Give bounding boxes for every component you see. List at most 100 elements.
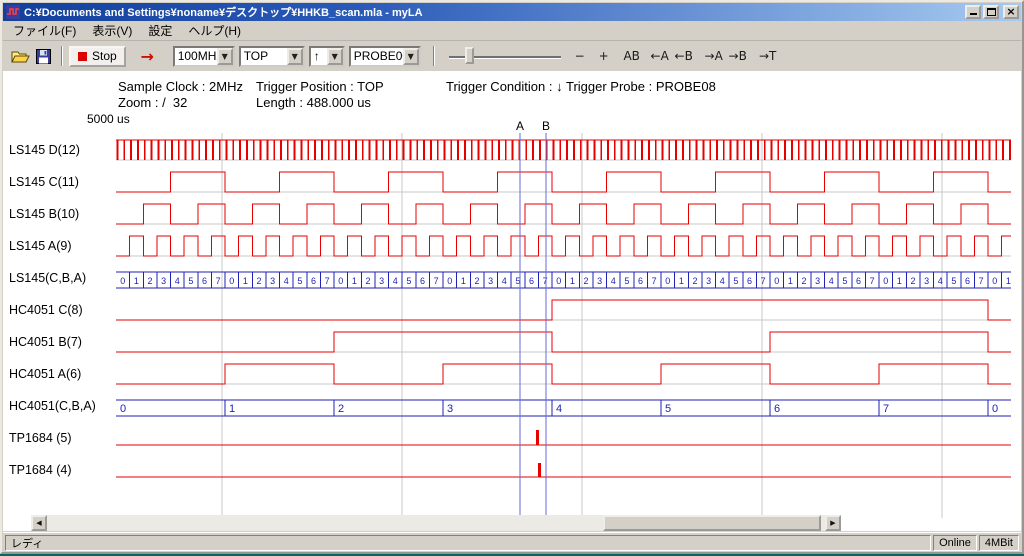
run-forward-button[interactable]: → — [136, 45, 159, 67]
close-icon: × — [1006, 7, 1015, 17]
cursor-a-label[interactable]: A — [516, 119, 524, 133]
time-division-label: 5000 us — [87, 112, 130, 126]
svg-text:4: 4 — [556, 403, 562, 415]
sample-clock-info: Sample Clock : 2MHz — [118, 79, 243, 94]
svg-text:4: 4 — [393, 276, 398, 286]
trigger-position-select[interactable]: TOP ▼ — [239, 46, 305, 67]
sample-clock-select[interactable]: 100MHz ▼ — [173, 46, 235, 67]
svg-text:2: 2 — [148, 276, 153, 286]
svg-text:6: 6 — [529, 276, 534, 286]
chevron-down-icon[interactable]: ▼ — [217, 48, 233, 65]
goto-b-left-button[interactable]: ←B — [673, 45, 695, 67]
svg-text:7: 7 — [761, 276, 766, 286]
close-button[interactable]: × — [1003, 5, 1019, 19]
menu-file[interactable]: ファイル(F) — [5, 20, 84, 41]
svg-text:4: 4 — [720, 276, 725, 286]
goto-b-right-button[interactable]: →B — [727, 45, 749, 67]
stop-button[interactable]: Stop — [69, 46, 126, 67]
svg-text:2: 2 — [366, 276, 371, 286]
svg-text:4: 4 — [175, 276, 180, 286]
svg-text:6: 6 — [856, 276, 861, 286]
svg-text:0: 0 — [556, 276, 561, 286]
channel-label: HC4051 B(7) — [9, 335, 112, 352]
scroll-left-icon: ◀ — [36, 519, 41, 527]
svg-text:3: 3 — [270, 276, 275, 286]
channel-label: HC4051(C,B,A) — [9, 399, 112, 416]
save-floppy-icon — [36, 49, 51, 64]
svg-text:0: 0 — [883, 276, 888, 286]
trigger-edge-value: ↑ — [311, 49, 327, 63]
trigger-condition-info: Trigger Condition : ↓ — [446, 79, 563, 94]
forward-arrow-icon: → — [140, 47, 153, 66]
open-folder-icon — [11, 49, 30, 64]
svg-text:0: 0 — [665, 276, 670, 286]
save-button[interactable] — [32, 45, 55, 67]
channel-label: HC4051 C(8) — [9, 303, 112, 320]
svg-text:0: 0 — [447, 276, 452, 286]
sample-clock-value: 100MHz — [175, 49, 217, 63]
goto-a-right-button[interactable]: →A — [703, 45, 725, 67]
toolbar-separator — [433, 46, 435, 66]
svg-text:4: 4 — [502, 276, 507, 286]
svg-text:5: 5 — [842, 276, 847, 286]
open-button[interactable] — [9, 45, 32, 67]
svg-text:0: 0 — [229, 276, 234, 286]
stop-label: Stop — [92, 49, 117, 63]
menu-help[interactable]: ヘルプ(H) — [180, 20, 249, 41]
svg-text:3: 3 — [161, 276, 166, 286]
scrollbar-thumb[interactable] — [603, 515, 821, 531]
svg-text:7: 7 — [883, 403, 889, 415]
svg-text:5: 5 — [733, 276, 738, 286]
window-title: C:¥Documents and Settings¥noname¥デスクトップ¥… — [24, 4, 963, 20]
goto-trigger-button[interactable]: →T — [757, 45, 779, 67]
app-icon — [6, 5, 20, 19]
svg-text:4: 4 — [284, 276, 289, 286]
minimize-button[interactable] — [965, 5, 981, 19]
menu-view[interactable]: 表示(V) — [84, 20, 140, 41]
zoom-in-button[interactable]: + — [593, 45, 615, 67]
svg-text:0: 0 — [992, 403, 998, 415]
trigger-edge-select[interactable]: ↑ ▼ — [309, 46, 345, 67]
goto-a-left-button[interactable]: ←A — [649, 45, 671, 67]
svg-text:3: 3 — [379, 276, 384, 286]
menu-settings[interactable]: 設定 — [140, 20, 180, 41]
scroll-right-button[interactable]: ▶ — [825, 515, 841, 531]
svg-text:3: 3 — [488, 276, 493, 286]
chevron-down-icon[interactable]: ▼ — [287, 48, 303, 65]
svg-text:3: 3 — [815, 276, 820, 286]
status-message: レディ — [5, 535, 931, 551]
status-online-badge: Online — [933, 535, 977, 551]
svg-text:1: 1 — [679, 276, 684, 286]
trigger-probe-select[interactable]: PROBE00 ▼ — [349, 46, 421, 67]
svg-text:6: 6 — [747, 276, 752, 286]
channel-label: LS145 B(10) — [9, 207, 112, 224]
svg-text:6: 6 — [311, 276, 316, 286]
zoom-slider[interactable] — [449, 45, 561, 67]
svg-text:1: 1 — [352, 276, 357, 286]
zoom-out-button[interactable]: − — [569, 45, 591, 67]
status-bar: レディ Online 4MBit — [3, 532, 1021, 551]
horizontal-scrollbar[interactable]: ◀ ▶ — [31, 515, 841, 531]
svg-text:1: 1 — [229, 403, 235, 415]
scroll-left-button[interactable]: ◀ — [31, 515, 47, 531]
channel-label: LS145 A(9) — [9, 239, 112, 256]
svg-text:7: 7 — [325, 276, 330, 286]
svg-text:3: 3 — [447, 403, 453, 415]
svg-text:2: 2 — [257, 276, 262, 286]
maximize-button[interactable] — [983, 5, 999, 19]
svg-text:7: 7 — [434, 276, 439, 286]
chevron-down-icon[interactable]: ▼ — [327, 48, 343, 65]
channel-label: LS145 C(11) — [9, 175, 112, 192]
trigger-position-info: Trigger Position : TOP — [256, 79, 384, 94]
svg-text:0: 0 — [120, 276, 125, 286]
app-window: C:¥Documents and Settings¥noname¥デスクトップ¥… — [0, 0, 1024, 554]
title-bar[interactable]: C:¥Documents and Settings¥noname¥デスクトップ¥… — [3, 3, 1021, 21]
length-info: Length : 488.000 us — [256, 95, 371, 110]
slider-thumb[interactable] — [465, 47, 474, 64]
trigger-position-value: TOP — [241, 49, 287, 63]
cursor-b-label[interactable]: B — [542, 119, 550, 133]
svg-text:1: 1 — [1006, 276, 1011, 286]
ab-button[interactable]: AB — [621, 45, 643, 67]
chevron-down-icon[interactable]: ▼ — [403, 48, 419, 65]
minimize-icon — [970, 13, 977, 15]
